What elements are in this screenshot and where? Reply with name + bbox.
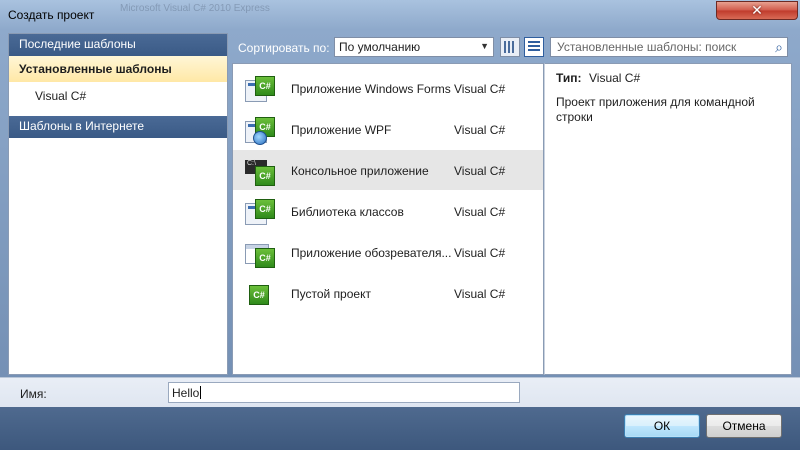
template-empty-project[interactable]: C# Пустой проект Visual C# <box>233 273 543 313</box>
template-language: Visual C# <box>454 205 506 219</box>
close-icon: ✕ <box>751 2 763 18</box>
new-project-dialog: Создать проект Microsoft Visual C# 2010 … <box>0 0 800 450</box>
template-name: Пустой проект <box>291 287 371 301</box>
visual-csharp-item[interactable]: Visual C# <box>9 82 227 103</box>
template-name: Приложение Windows Forms <box>291 82 451 96</box>
title-bar: Создать проект Microsoft Visual C# 2010 … <box>0 0 800 30</box>
list-view-icon <box>528 41 540 53</box>
name-label: Имя: <box>20 387 47 401</box>
template-language: Visual C# <box>454 82 506 96</box>
ok-button[interactable]: ОК <box>624 414 700 438</box>
template-name: Приложение WPF <box>291 123 392 137</box>
cancel-button[interactable]: Отмена <box>706 414 782 438</box>
window-title: Создать проект <box>8 8 95 22</box>
template-console-app[interactable]: C:\ C# Консольное приложение Visual C# <box>233 150 543 190</box>
project-name-value: Hello <box>172 386 200 400</box>
grid-view-icon <box>504 41 516 53</box>
sort-label: Сортировать по: <box>238 41 330 55</box>
templates-list: C# Приложение Windows Forms Visual C# C#… <box>232 63 544 375</box>
template-name: Консольное приложение <box>291 164 429 178</box>
small-icons-view-button[interactable] <box>500 37 520 57</box>
search-input[interactable]: Установленные шаблоны: поиск ⌕ <box>550 37 788 57</box>
template-info-panel: Тип: Visual C# Проект приложения для ком… <box>544 63 792 375</box>
installed-templates-item[interactable]: Установленные шаблоны <box>9 56 227 82</box>
installed-templates-section: Установленные шаблоны Visual C# <box>9 56 227 116</box>
background-window-title: Microsoft Visual C# 2010 Express <box>120 3 270 14</box>
template-language: Visual C# <box>454 164 506 178</box>
close-button[interactable]: ✕ <box>716 1 798 20</box>
class-library-icon: C# <box>245 199 275 227</box>
list-view-button[interactable] <box>524 37 544 57</box>
template-windows-forms[interactable]: C# Приложение Windows Forms Visual C# <box>233 68 543 108</box>
template-name: Библиотека классов <box>291 205 404 219</box>
search-placeholder: Установленные шаблоны: поиск <box>557 40 737 54</box>
template-name: Приложение обозревателя... <box>291 246 452 260</box>
text-caret <box>200 386 202 399</box>
console-app-icon: C:\ C# <box>245 158 275 186</box>
dialog-buttons-bar: ОК Отмена <box>0 407 800 450</box>
category-panel: Последние шаблоны Установленные шаблоны … <box>8 33 228 375</box>
browser-app-icon: C# <box>245 240 275 268</box>
template-description: Проект приложения для командной строки <box>556 95 755 124</box>
template-browser-app[interactable]: C# Приложение обозревателя... Visual C# <box>233 232 543 272</box>
recent-templates-item[interactable]: Последние шаблоны <box>9 34 227 56</box>
online-templates-item[interactable]: Шаблоны в Интернете <box>9 116 227 138</box>
template-class-library[interactable]: C# Библиотека классов Visual C# <box>233 191 543 231</box>
type-label: Тип: <box>556 71 582 85</box>
project-name-field[interactable]: Hello <box>168 382 520 403</box>
templates-toolbar: Сортировать по: По умолчанию ▼ Установле… <box>232 33 792 61</box>
template-wpf[interactable]: C# Приложение WPF Visual C# <box>233 109 543 149</box>
sort-value: По умолчанию <box>339 40 421 54</box>
wpf-icon: C# <box>245 117 275 145</box>
template-language: Visual C# <box>454 123 506 137</box>
name-row: Имя: Hello <box>0 377 800 407</box>
type-value: Visual C# <box>589 71 641 85</box>
empty-project-icon: C# <box>245 281 275 309</box>
chevron-down-icon: ▼ <box>480 41 489 51</box>
sort-dropdown[interactable]: По умолчанию ▼ <box>334 37 494 57</box>
template-language: Visual C# <box>454 246 506 260</box>
search-icon: ⌕ <box>775 39 783 55</box>
template-language: Visual C# <box>454 287 506 301</box>
windows-forms-icon: C# <box>245 76 275 104</box>
